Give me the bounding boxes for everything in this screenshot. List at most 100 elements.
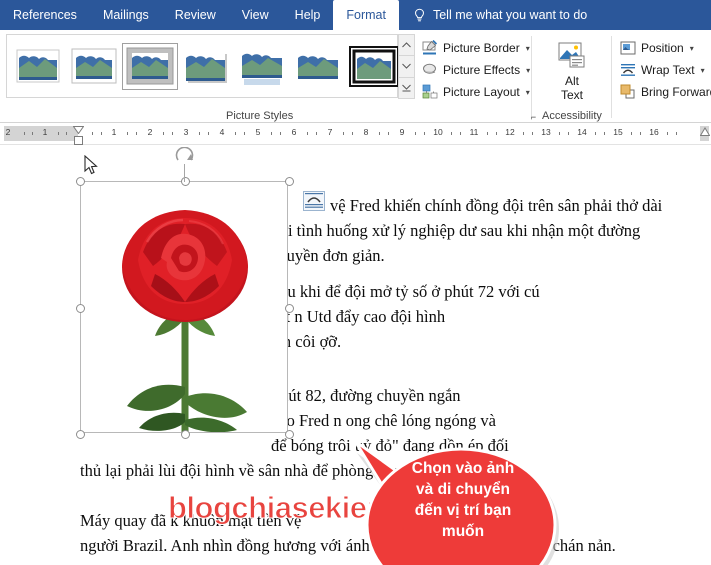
picture-style-simple-frame-white[interactable] [11, 44, 65, 89]
picture-style-soft-edge-rectangle[interactable] [291, 44, 345, 89]
picture-style-metal-frame[interactable] [122, 42, 178, 90]
alt-text-label-line2: Text [560, 88, 583, 102]
picture-style-drop-shadow-rectangle[interactable] [179, 44, 233, 89]
resize-handle-bottom-right[interactable] [285, 430, 294, 439]
callout-line-3: đến vị trí bạn [414, 502, 512, 519]
ribbon-body: Picture Styles Picture Border ▾ Picture … [0, 30, 711, 123]
ruler-tick [352, 132, 353, 135]
style-thumb-3-icon [126, 47, 174, 84]
picture-effects-caret-icon[interactable]: ▾ [526, 66, 530, 75]
rotate-handle-icon[interactable] [173, 147, 197, 167]
ruler-tick [101, 132, 102, 135]
resize-handle-middle-left[interactable] [76, 304, 85, 313]
left-indent-marker[interactable] [74, 136, 83, 145]
position-icon [620, 41, 636, 55]
group-separator-1 [531, 36, 532, 118]
ruler-tick [163, 132, 164, 135]
bring-forward-button[interactable]: Bring Forward [620, 81, 711, 103]
paragraph-1-line-3: chuyền đơn giản. [271, 246, 385, 265]
ruler-mark-1: 1 [42, 127, 48, 137]
paragraph-2-line-3: tấn côi ợỡ. [271, 332, 342, 351]
wrap-text-caret-icon[interactable]: ▾ [701, 66, 705, 75]
picture-styles-gallery[interactable] [6, 34, 401, 98]
selected-image-frame[interactable] [76, 177, 294, 439]
alt-text-icon [558, 42, 585, 68]
scroll-up-icon [402, 42, 411, 48]
first-line-indent-marker[interactable] [73, 126, 84, 134]
resize-handle-top-left[interactable] [76, 177, 85, 186]
resize-handle-bottom-center[interactable] [181, 430, 190, 439]
ruler-tick [24, 132, 25, 135]
ruler-tick [66, 132, 67, 135]
group-label-accessibility: Accessibility [542, 110, 602, 122]
ruler-tick [343, 132, 344, 135]
picture-border-button[interactable]: Picture Border ▾ [422, 37, 530, 59]
red-rose-photo[interactable] [81, 182, 287, 432]
ruler-tick [280, 132, 281, 135]
paragraph-2-line-1: Sau khi để đội mở tỷ số ở phút 72 với cú [271, 282, 540, 301]
ruler-mark-7: 6 [291, 127, 297, 137]
ruler-tick [496, 132, 497, 135]
style-thumb-5-icon [242, 49, 282, 85]
document-page[interactable]: vệ Fred khiến chính đồng đội trên sân ph… [0, 145, 711, 565]
picture-layout-label: Picture Layout [443, 85, 520, 99]
position-caret-icon[interactable]: ▾ [690, 44, 694, 53]
style-thumb-1-icon [16, 49, 60, 82]
picture-style-thick-black-frame[interactable] [347, 44, 401, 89]
gallery-more-button[interactable] [398, 76, 415, 99]
picture-style-reflected-rounded-rectangle[interactable] [235, 44, 289, 89]
tell-me-box[interactable]: Tell me what you want to do [413, 0, 587, 30]
tab-help[interactable]: Help [282, 0, 334, 30]
picture-border-caret-icon[interactable]: ▾ [526, 44, 530, 53]
group-label-picture-styles: Picture Styles [226, 110, 294, 122]
ribbon-tab-bar: References Mailings Review View Help For… [0, 0, 711, 30]
resize-handle-top-right[interactable] [285, 177, 294, 186]
position-button[interactable]: Position ▾ [620, 37, 711, 59]
tab-references[interactable]: References [0, 0, 90, 30]
picture-effects-icon [423, 63, 436, 74]
ruler-tick [424, 132, 425, 135]
ruler-mark-15: 14 [577, 127, 587, 137]
more-styles-icon [402, 84, 411, 92]
paragraph-2-line-2: sút n Utd đẩy cao đội hình [271, 307, 446, 326]
picture-border-icon [422, 40, 438, 55]
alt-text-label-line1: Alt [564, 74, 579, 88]
bring-forward-label: Bring Forward [641, 85, 711, 99]
wrap-text-label: Wrap Text [641, 63, 695, 77]
tab-view[interactable]: View [229, 0, 282, 30]
ruler-tick [640, 132, 641, 135]
ruler-tick [136, 132, 137, 135]
lightbulb-icon [414, 8, 424, 21]
resize-handle-middle-right[interactable] [285, 304, 294, 313]
picture-layout-button[interactable]: Picture Layout ▾ [422, 81, 530, 103]
alt-text-button[interactable]: Alt Text [541, 42, 603, 102]
resize-handle-bottom-left[interactable] [76, 430, 85, 439]
ruler-mark-6: 5 [255, 127, 261, 137]
ruler-tick [532, 132, 533, 135]
ruler-tick [235, 132, 236, 135]
accessibility-dialog-launcher[interactable]: ⌐ [528, 112, 539, 123]
paragraph-1-line-1: vệ Fred khiến chính đồng đội trên sân ph… [330, 196, 663, 215]
picture-layout-caret-icon[interactable]: ▾ [526, 88, 530, 97]
ruler-tick [379, 132, 380, 135]
picture-border-label: Picture Border [443, 41, 520, 55]
ruler-mark-9: 8 [363, 127, 369, 137]
style-thumb-6-icon [298, 51, 338, 79]
callout-text: Chọn vào ảnh và di chuyển đến vị trí bạn… [378, 458, 548, 542]
right-indent-marker[interactable] [700, 127, 710, 136]
tab-review[interactable]: Review [162, 0, 229, 30]
picture-style-beveled-matte-white[interactable] [67, 44, 121, 89]
tab-mailings[interactable]: Mailings [90, 0, 162, 30]
horizontal-ruler[interactable]: 2 1 1 2 3 4 5 6 7 8 9 10 11 12 13 14 15 … [0, 123, 711, 145]
ruler-tick [631, 132, 632, 135]
gallery-scroll-down-button[interactable] [398, 55, 415, 78]
ruler-tick [415, 132, 416, 135]
tab-format[interactable]: Format [333, 0, 399, 30]
style-thumb-4-icon [186, 51, 227, 83]
wrap-text-button[interactable]: Wrap Text ▾ [620, 59, 711, 81]
resize-handle-top-center[interactable] [181, 177, 190, 186]
paragraph-3-line-2: cho Fred n ong chê lóng ngóng và [271, 411, 496, 430]
position-label: Position [641, 41, 684, 55]
picture-effects-button[interactable]: Picture Effects ▾ [422, 59, 530, 81]
gallery-scroll-up-button[interactable] [398, 34, 415, 57]
